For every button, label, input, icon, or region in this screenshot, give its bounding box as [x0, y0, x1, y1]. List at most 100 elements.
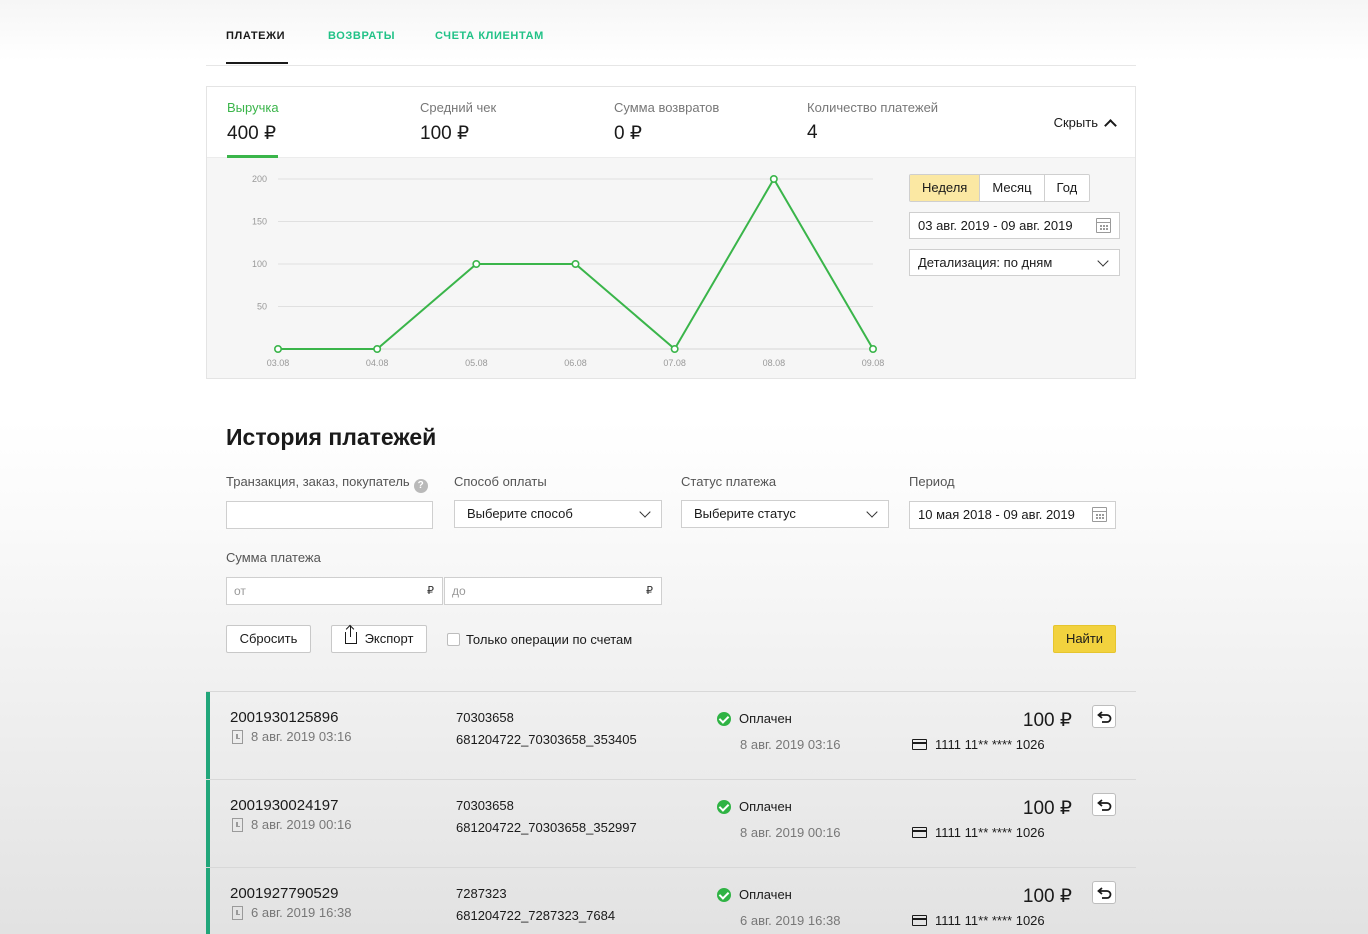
export-button[interactable]: Экспорт: [331, 625, 427, 653]
stat-refunds-sum-label: Сумма возвратов: [614, 100, 720, 115]
data-point: [472, 260, 481, 269]
payment-id[interactable]: 2001930024197: [230, 797, 338, 814]
refund-button[interactable]: [1092, 881, 1116, 904]
card-icon: [912, 739, 927, 750]
search-input[interactable]: [226, 501, 433, 529]
undo-icon: [1097, 711, 1112, 723]
stat-refunds-sum[interactable]: Сумма возвратов 0 ₽: [614, 100, 719, 145]
history-title: История платежей: [226, 424, 437, 450]
period-week-button[interactable]: Неделя: [910, 175, 981, 201]
row-status-bar: [206, 868, 210, 934]
detail-select[interactable]: Детализация: по дням: [909, 249, 1120, 276]
card-icon: [912, 827, 927, 838]
payment-row[interactable]: 2001927790529 6 авг. 2019 16:38 7287323 …: [206, 867, 1136, 934]
currency-sign: ₽: [427, 585, 434, 597]
amount-to-input[interactable]: до ₽: [444, 577, 662, 605]
payment-date-text: 8 авг. 2019 00:16: [251, 817, 352, 832]
order-number: 7287323: [456, 886, 507, 901]
check-circle-icon: [717, 887, 731, 902]
tab-client-invoices[interactable]: СЧЕТА КЛИЕНТАМ: [435, 30, 544, 42]
payment-card-number: 1111 11** **** 1026: [935, 737, 1045, 752]
export-icon: [344, 626, 357, 644]
tab-refunds[interactable]: ВОЗВРАТЫ: [328, 30, 395, 42]
amount-from-placeholder: от: [234, 584, 246, 598]
chart-area: 50 100 150 200 03.08 04.08 05.08 06.08 07.08 08.0…: [207, 158, 1135, 378]
chevron-down-icon: [1097, 255, 1109, 267]
chevron-down-icon: [866, 506, 878, 518]
payment-date: 8 авг. 2019 00:16: [232, 817, 351, 832]
row-status-bar: [206, 692, 210, 780]
clock-icon: [232, 817, 243, 832]
stat-avg-check-value: 100 ₽: [420, 123, 470, 144]
external-id: 681204722_70303658_353405: [456, 732, 637, 747]
payment-id[interactable]: 2001927790529: [230, 885, 338, 902]
data-point: [571, 260, 580, 269]
stat-revenue-label: Выручка: [227, 100, 279, 115]
payment-status-text: Оплачен: [739, 799, 792, 814]
data-point: [769, 174, 778, 183]
stat-avg-check[interactable]: Средний чек 100 ₽: [420, 100, 496, 145]
stats-panel: Выручка 400 ₽ Средний чек 100 ₽ Сумма во…: [206, 86, 1136, 379]
payment-status: Оплачен: [717, 799, 792, 814]
payment-status: Оплачен: [717, 887, 792, 902]
y-tick-label: 100: [252, 259, 267, 269]
period-field-value: 10 мая 2018 - 09 авг. 2019: [918, 507, 1075, 522]
stat-refunds-sum-value: 0 ₽: [614, 123, 642, 144]
payment-status: Оплачен: [717, 711, 792, 726]
amount-label: Сумма платежа: [226, 550, 321, 565]
method-select[interactable]: Выберите способ: [454, 500, 662, 528]
payment-id[interactable]: 2001930125896: [230, 709, 338, 726]
x-tick-label: 04.08: [366, 358, 389, 368]
order-number: 70303658: [456, 798, 514, 813]
check-circle-icon: [717, 799, 731, 814]
period-month-button[interactable]: Месяц: [980, 175, 1045, 201]
y-tick-label: 200: [252, 174, 267, 184]
data-point: [373, 345, 382, 354]
stat-revenue[interactable]: Выручка 400 ₽: [227, 100, 279, 145]
x-tick-label: 08.08: [763, 358, 786, 368]
revenue-line-chart: 50 100 150 200 03.08 04.08 05.08 06.08 07.08 08.0…: [252, 174, 884, 368]
tab-payments[interactable]: ПЛАТЕЖИ: [226, 30, 285, 42]
payment-status-text: Оплачен: [739, 887, 792, 902]
invoices-only-checkbox[interactable]: Только операции по счетам: [447, 632, 632, 647]
payment-row[interactable]: 2001930125896 8 авг. 2019 03:16 70303658…: [206, 691, 1136, 780]
payment-card-number: 1111 11** **** 1026: [935, 825, 1045, 840]
help-icon[interactable]: ?: [413, 479, 428, 493]
status-label: Статус платежа: [681, 474, 777, 489]
search-label: Транзакция, заказ, покупатель?: [226, 474, 428, 493]
chart-date-range-field[interactable]: 03 авг. 2019 - 09 авг. 2019: [909, 212, 1120, 239]
hide-chart-button[interactable]: Скрыть: [1053, 115, 1117, 132]
top-tabs: ПЛАТЕЖИ ВОЗВРАТЫ СЧЕТА КЛИЕНТАМ: [206, 0, 1136, 66]
period-year-button[interactable]: Год: [1044, 175, 1090, 201]
x-tick-label: 07.08: [663, 358, 686, 368]
x-tick-label: 03.08: [267, 358, 290, 368]
payment-card-number: 1111 11** **** 1026: [935, 913, 1045, 928]
x-tick-label: 05.08: [465, 358, 488, 368]
payment-card: 1111 11** **** 1026: [912, 913, 1045, 928]
active-tab-underline: [226, 62, 288, 64]
method-select-value: Выберите способ: [467, 506, 573, 521]
payment-date: 8 авг. 2019 03:16: [232, 729, 351, 744]
payment-card: 1111 11** **** 1026: [912, 825, 1045, 840]
amount-from-input[interactable]: от ₽: [226, 577, 443, 605]
period-field[interactable]: 10 мая 2018 - 09 авг. 2019: [909, 501, 1116, 529]
stat-payments-count-label: Количество платежей: [807, 100, 939, 115]
status-select[interactable]: Выберите статус: [681, 500, 889, 528]
clock-icon: [232, 905, 243, 920]
stat-avg-check-label: Средний чек: [420, 100, 497, 115]
hide-chart-label: Скрыть: [1053, 115, 1098, 130]
detail-select-value: Детализация: по дням: [918, 255, 1053, 270]
calendar-icon[interactable]: [1092, 507, 1107, 522]
payment-status-text: Оплачен: [739, 711, 792, 726]
refund-button[interactable]: [1092, 705, 1116, 728]
stat-revenue-value: 400 ₽: [227, 123, 277, 144]
stat-payments-count[interactable]: Количество платежей 4: [807, 100, 938, 144]
reset-button[interactable]: Сбросить: [226, 625, 311, 653]
find-button[interactable]: Найти: [1053, 625, 1116, 653]
payment-row[interactable]: 2001930024197 8 авг. 2019 00:16 70303658…: [206, 779, 1136, 868]
status-date: 8 авг. 2019 00:16: [740, 825, 841, 840]
checkbox-box[interactable]: [447, 633, 460, 646]
refund-button[interactable]: [1092, 793, 1116, 816]
amount-to-placeholder: до: [452, 584, 466, 598]
calendar-icon[interactable]: [1096, 218, 1111, 233]
